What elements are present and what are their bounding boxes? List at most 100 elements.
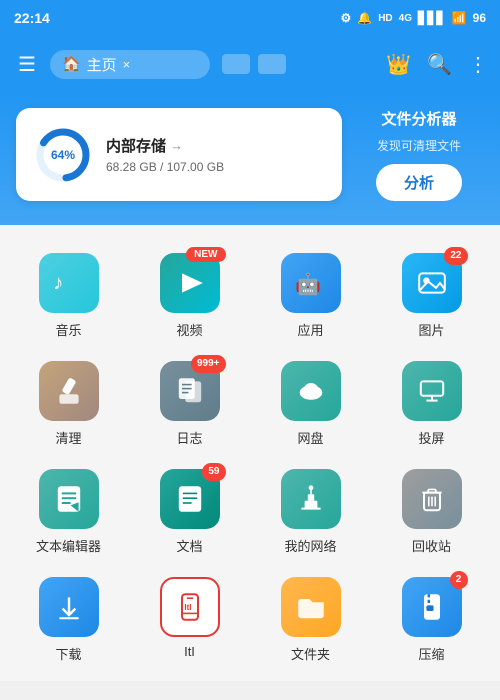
net-label: 我的网络	[284, 536, 336, 555]
storage-donut: 64%	[34, 126, 92, 184]
hero-section: 64% 内部存储 → 68.28 GB / 107.00 GB 文件分析器 发现…	[0, 92, 500, 225]
app-grid-area: ♪ 音乐 NEW 视频 🤖 应用 22 图片	[0, 225, 500, 681]
photo-icon	[416, 267, 448, 299]
grid-item-cloud[interactable]: 网盘	[250, 349, 371, 457]
grid-item-doc[interactable]: 59 文档	[129, 457, 250, 565]
clean-label: 清理	[55, 428, 81, 447]
grid-item-music[interactable]: ♪ 音乐	[8, 241, 129, 349]
analyzer-title: 文件分析器	[381, 108, 456, 129]
tab-thumb-1[interactable]	[222, 54, 250, 74]
grid-item-clean[interactable]: 清理	[8, 349, 129, 457]
tab-thumbnails	[222, 54, 286, 74]
cast-icon-wrap	[402, 361, 462, 421]
svg-text:ItI: ItI	[184, 603, 191, 612]
zip-label: 压缩	[418, 644, 444, 663]
zip-icon-wrap: 2	[402, 577, 462, 637]
tab-pill[interactable]: 🏠 主页 ×	[50, 50, 210, 79]
tab-thumb-2[interactable]	[258, 54, 286, 74]
search-button[interactable]: 🔍	[427, 52, 452, 77]
app-icon: 🤖	[295, 267, 327, 299]
badge-count: 2	[450, 571, 468, 589]
status-icons: ⚙ 🔔 HD 4G ▋▋▋ 📶 96	[340, 11, 486, 25]
cast-icon	[416, 375, 448, 407]
download-label: 下载	[55, 644, 81, 663]
svg-text:♪: ♪	[53, 271, 63, 294]
grid-item-log[interactable]: 999+ 日志	[129, 349, 250, 457]
music-icon: ♪	[53, 267, 85, 299]
hd-icon: HD	[378, 13, 392, 24]
storage-title: 内部存储 →	[106, 135, 224, 156]
notification-icon: 🔔	[357, 11, 372, 25]
grid-item-folder[interactable]: 文件夹	[250, 565, 371, 673]
text-label: 文本编辑器	[36, 536, 101, 555]
photo-label: 图片	[418, 320, 444, 339]
badge-count: 22	[444, 247, 467, 265]
doc-icon-wrap: 59	[160, 469, 220, 529]
cloud-label: 网盘	[297, 428, 323, 447]
trash-icon	[416, 483, 448, 515]
app-label: 应用	[297, 320, 323, 339]
video-label: 视频	[176, 320, 202, 339]
video-icon-wrap: NEW	[160, 253, 220, 313]
tab-close-button[interactable]: ×	[123, 57, 131, 72]
storage-card[interactable]: 64% 内部存储 → 68.28 GB / 107.00 GB	[16, 108, 342, 201]
cloud-icon-wrap	[281, 361, 341, 421]
home-icon: 🏠	[62, 55, 81, 73]
phone-icon-wrap: ItI	[160, 577, 220, 637]
grid-item-net[interactable]: 我的网络	[250, 457, 371, 565]
status-bar: 22:14 ⚙ 🔔 HD 4G ▋▋▋ 📶 96	[0, 0, 500, 36]
net-icon-wrap	[281, 469, 341, 529]
badge-count: 59	[202, 463, 225, 481]
time-display: 22:14	[14, 10, 50, 26]
grid-item-zip[interactable]: 2 压缩	[371, 565, 492, 673]
badge-count: 999+	[191, 355, 226, 373]
tab-label: 主页	[87, 54, 117, 75]
more-button[interactable]: ⋮	[468, 52, 488, 77]
folder-icon	[295, 591, 327, 623]
wifi-icon: 📶	[452, 11, 467, 25]
video-icon	[174, 267, 206, 299]
analyze-button[interactable]: 分析	[376, 164, 462, 201]
log-label: 日志	[176, 428, 202, 447]
menu-button[interactable]: ☰	[12, 46, 42, 83]
music-icon-wrap: ♪	[39, 253, 99, 313]
toolbar: ☰ 🏠 主页 × 👑 🔍 ⋮	[0, 36, 500, 92]
signal-4g-icon: 4G	[399, 13, 412, 24]
log-icon	[174, 375, 206, 407]
grid-item-text[interactable]: 文本编辑器	[8, 457, 129, 565]
signal-bars-icon: ▋▋▋	[418, 11, 446, 25]
grid-item-app[interactable]: 🤖 应用	[250, 241, 371, 349]
trash-icon-wrap	[402, 469, 462, 529]
text-icon	[53, 483, 85, 515]
grid-item-trash[interactable]: 回收站	[371, 457, 492, 565]
photo-icon-wrap: 22	[402, 253, 462, 313]
grid-item-cast[interactable]: 投屏	[371, 349, 492, 457]
storage-usage: 68.28 GB / 107.00 GB	[106, 160, 224, 174]
phone-label: ItI	[184, 644, 195, 659]
download-icon	[53, 591, 85, 623]
app-icon-wrap: 🤖	[281, 253, 341, 313]
crown-button[interactable]: 👑	[386, 52, 411, 77]
text-icon-wrap	[39, 469, 99, 529]
zip-icon	[416, 591, 448, 623]
storage-info: 内部存储 → 68.28 GB / 107.00 GB	[106, 135, 224, 174]
analyzer-card: 文件分析器 发现可清理文件 分析	[354, 108, 484, 201]
grid-item-phone[interactable]: ItI ItI	[129, 565, 250, 673]
toolbar-right: 👑 🔍 ⋮	[386, 52, 488, 77]
grid-item-video[interactable]: NEW 视频	[129, 241, 250, 349]
phone-icon: ItI	[174, 591, 206, 623]
music-label: 音乐	[55, 320, 81, 339]
doc-icon	[174, 483, 206, 515]
net-icon	[295, 483, 327, 515]
folder-label: 文件夹	[291, 644, 330, 663]
grid-item-photo[interactable]: 22 图片	[371, 241, 492, 349]
cast-label: 投屏	[418, 428, 444, 447]
storage-arrow-icon: →	[170, 138, 183, 153]
clean-icon-wrap	[39, 361, 99, 421]
doc-label: 文档	[176, 536, 202, 555]
trash-label: 回收站	[412, 536, 451, 555]
cloud-icon	[295, 375, 327, 407]
battery-icon: 96	[473, 11, 486, 25]
grid-item-download[interactable]: 下载	[8, 565, 129, 673]
settings-icon: ⚙	[340, 11, 351, 25]
